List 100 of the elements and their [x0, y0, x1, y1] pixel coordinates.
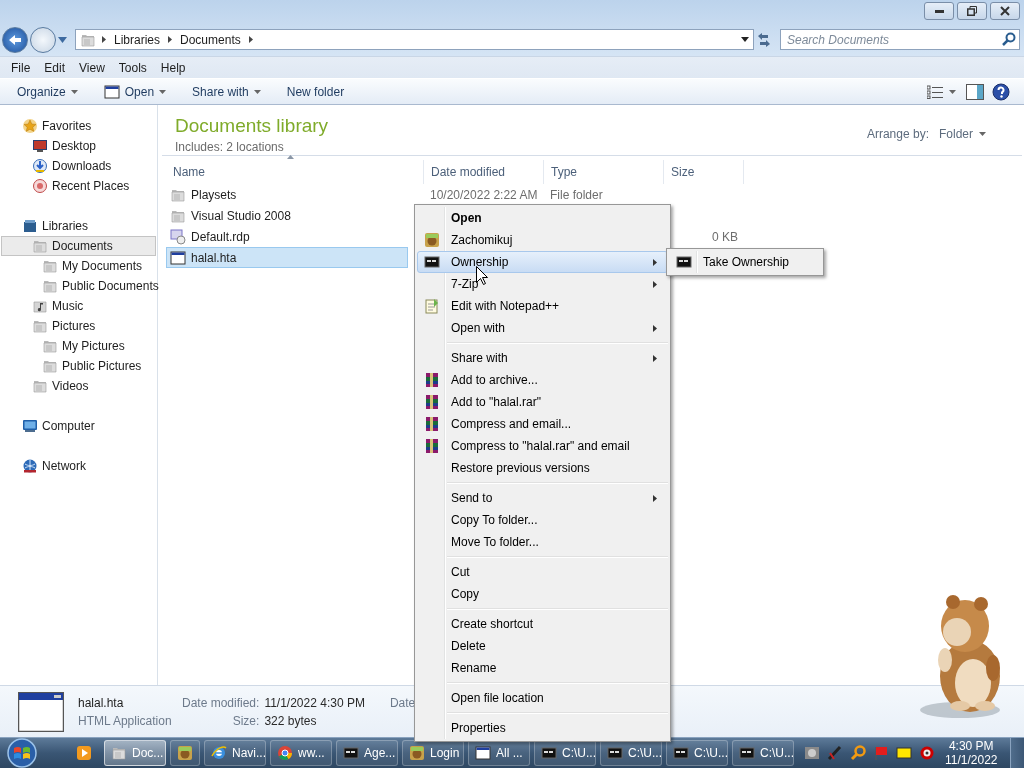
taskbar-button[interactable]: C:\U...: [666, 740, 728, 766]
taskbar-button[interactable]: [170, 740, 200, 766]
chevron-icon: [168, 36, 173, 43]
restore-button[interactable]: [957, 2, 987, 20]
folder-icon: [42, 258, 58, 274]
nav-item[interactable]: Documents: [1, 236, 156, 256]
console-icon: [739, 745, 755, 761]
menu-item[interactable]: Open file location: [417, 687, 668, 709]
menu-item[interactable]: Edit with Notepad++: [417, 295, 668, 317]
menu-item[interactable]: Zachomikuj: [417, 229, 668, 251]
nav-item[interactable]: Recent Places: [1, 176, 156, 196]
menu-item[interactable]: Edit: [37, 60, 73, 75]
nav-item[interactable]: Network: [1, 456, 156, 476]
toolbar-button[interactable]: Share with: [185, 81, 268, 102]
menu-item[interactable]: Share with: [417, 347, 668, 369]
nav-item[interactable]: My Documents: [1, 256, 156, 276]
forward-button[interactable]: [30, 26, 56, 53]
dropdown-icon[interactable]: [741, 37, 749, 42]
menu-item[interactable]: Create shortcut: [417, 613, 668, 635]
refresh-icon[interactable]: [756, 31, 772, 48]
pen-icon[interactable]: [827, 745, 843, 761]
close-button[interactable]: [990, 2, 1020, 20]
menu-item[interactable]: Restore previous versions: [417, 457, 668, 479]
menu-item[interactable]: Delete: [417, 635, 668, 657]
clock[interactable]: 4:30 PM 11/1/2022: [945, 739, 998, 767]
nav-item[interactable]: Libraries: [1, 216, 156, 236]
nav-item[interactable]: Desktop: [1, 136, 156, 156]
preview-pane-icon[interactable]: [966, 83, 984, 100]
folder-icon: [42, 338, 58, 354]
speaker-icon[interactable]: [919, 745, 935, 761]
nav-item[interactable]: Favorites: [1, 116, 156, 136]
breadcrumb[interactable]: Documents: [178, 32, 243, 47]
menu-item[interactable]: Open: [417, 207, 668, 229]
menu-item[interactable]: Copy: [417, 583, 668, 605]
menu-item[interactable]: Add to "halal.rar": [417, 391, 668, 413]
menu-item[interactable]: Add to archive...: [417, 369, 668, 391]
nav-item[interactable]: Downloads: [1, 156, 156, 176]
show-desktop-button[interactable]: [1010, 738, 1024, 768]
nav-item[interactable]: Music: [1, 296, 156, 316]
nav-item[interactable]: Computer: [1, 416, 156, 436]
console-icon: [676, 254, 692, 270]
menu-item[interactable]: Copy To folder...: [417, 509, 668, 531]
window-icon: [475, 745, 491, 761]
library-icon: [22, 218, 38, 234]
arrange-dropdown[interactable]: Folder: [939, 127, 986, 141]
window-icon: [170, 249, 186, 266]
taskbar-button[interactable]: C:\U...: [732, 740, 794, 766]
toolbar-button[interactable]: Organize: [10, 81, 85, 102]
taskbar-button[interactable]: Login: [402, 740, 464, 766]
breadcrumb[interactable]: Libraries: [112, 32, 163, 47]
menu-item[interactable]: Compress and email...: [417, 413, 668, 435]
column-header[interactable]: Date modified: [424, 160, 544, 184]
nav-item[interactable]: My Pictures: [1, 336, 156, 356]
nav-item[interactable]: Public Pictures: [1, 356, 156, 376]
back-button[interactable]: [2, 26, 28, 53]
column-header[interactable]: Size: [664, 160, 744, 184]
menu-item[interactable]: Rename: [417, 657, 668, 679]
arrange-label: Arrange by:: [866, 127, 929, 141]
chevron-icon: [248, 36, 253, 43]
help-icon[interactable]: [992, 82, 1010, 101]
console-icon: [424, 254, 440, 270]
magnifier-icon[interactable]: [850, 745, 866, 761]
taskbar-button[interactable]: Navi...: [204, 740, 266, 766]
menu-item[interactable]: Open with: [417, 317, 668, 339]
menu-item[interactable]: Send to: [417, 487, 668, 509]
menu-item[interactable]: Compress to "halal.rar" and email: [417, 435, 668, 457]
search-field[interactable]: Search Documents: [780, 29, 1020, 50]
taskbar-button[interactable]: Age...: [336, 740, 398, 766]
browser-ring-icon: [277, 745, 293, 761]
monitor-icon: [32, 138, 48, 154]
menu-item[interactable]: View: [72, 60, 112, 75]
archive-books-icon: [424, 416, 440, 432]
menu-item[interactable]: Help: [153, 60, 193, 75]
menu-item[interactable]: Properties: [417, 717, 668, 739]
menu-item[interactable]: 7-Zip: [417, 273, 668, 295]
column-header[interactable]: Type: [544, 160, 664, 184]
caret-icon: [979, 132, 986, 136]
library-subtitle: Includes: 2 locations: [175, 140, 285, 154]
minimize-button[interactable]: [924, 2, 954, 20]
menu-item[interactable]: File: [4, 60, 38, 75]
menu-item[interactable]: Take Ownership: [669, 251, 821, 273]
menu-item[interactable]: Cut: [417, 561, 668, 583]
square-icon[interactable]: [896, 745, 912, 761]
list-item[interactable]: Default.rdp: [166, 226, 408, 247]
list-item[interactable]: Playsets: [166, 184, 408, 205]
sort-arrow-icon: [287, 155, 294, 159]
toolbar-button[interactable]: Open: [96, 80, 174, 103]
menu-item[interactable]: Ownership: [417, 251, 668, 273]
nav-item[interactable]: Pictures: [1, 316, 156, 336]
taskbar-button[interactable]: ww...: [270, 740, 332, 766]
toolbar-button[interactable]: New folder: [279, 81, 352, 102]
list-item[interactable]: halal.hta: [166, 247, 408, 268]
nav-item[interactable]: Videos: [1, 376, 156, 396]
notepad-icon: [424, 298, 440, 314]
view-button[interactable]: [925, 82, 958, 101]
address-bar[interactable]: Libraries Documents: [75, 29, 754, 50]
column-header[interactable]: Name: [166, 160, 424, 184]
menu-item[interactable]: Move To folder...: [417, 531, 668, 553]
menu-item[interactable]: Tools: [111, 60, 154, 75]
list-item[interactable]: Visual Studio 2008: [166, 205, 408, 226]
